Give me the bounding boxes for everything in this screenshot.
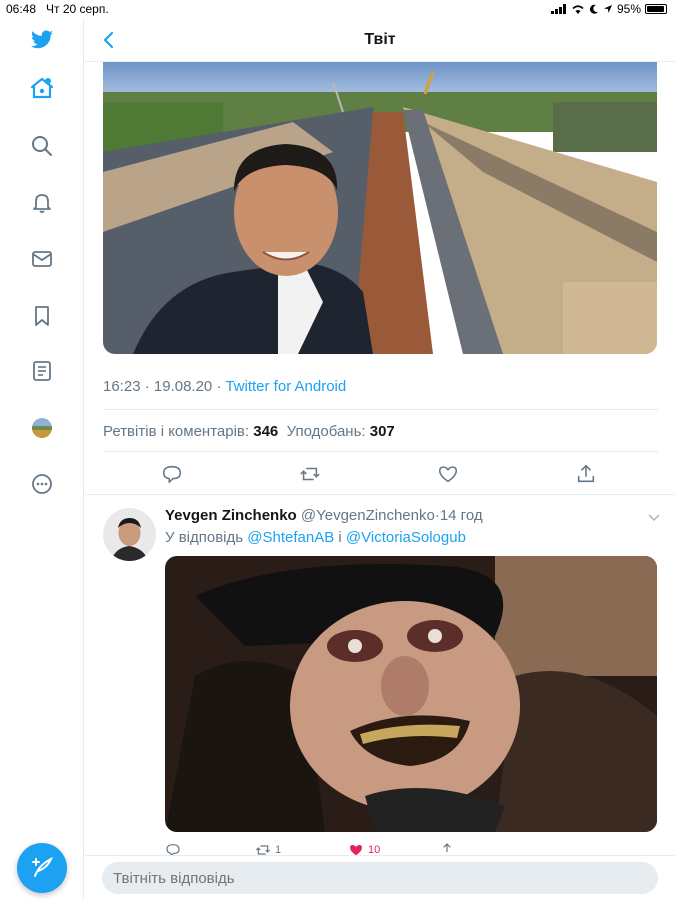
compose-tweet-button[interactable] <box>17 843 67 893</box>
share-icon <box>577 464 595 483</box>
sidebar <box>0 18 84 900</box>
retweets-label[interactable]: Ретвітів і коментарів: <box>103 423 249 440</box>
share-button[interactable] <box>575 463 597 485</box>
tweet-stats: Ретвітів і коментарів: 346 Уподобань: 30… <box>103 423 395 440</box>
tweet-photo[interactable] <box>103 62 657 354</box>
messages-envelope-icon[interactable] <box>30 247 54 271</box>
reply-author-avatar[interactable] <box>103 508 156 561</box>
replying-prefix: У відповідь <box>165 529 244 546</box>
heart-icon <box>438 466 458 483</box>
likes-label[interactable]: Уподобань: <box>287 423 366 440</box>
like-button[interactable] <box>437 463 459 485</box>
divider <box>103 451 658 452</box>
retweets-count[interactable]: 346 <box>253 423 278 440</box>
reply-menu-button[interactable] <box>647 510 661 524</box>
status-bar: 06:48 Чт 20 серп. 95% <box>0 0 675 18</box>
reply-actions: 1 10 <box>165 842 657 858</box>
twitter-logo-icon[interactable] <box>30 28 54 52</box>
lists-icon[interactable] <box>30 359 54 383</box>
mention-link[interactable]: @VictoriaSologub <box>346 529 466 546</box>
home-icon[interactable] <box>30 76 54 100</box>
reply-author-name[interactable]: Yevgen Zinchenko <box>165 507 297 524</box>
retweet-icon <box>300 467 320 481</box>
reply-button[interactable] <box>161 463 183 485</box>
page-title: Твіт <box>364 31 396 48</box>
search-icon[interactable] <box>30 134 54 158</box>
chevron-down-icon <box>648 514 660 522</box>
status-date: Чт 20 серп. <box>46 2 109 16</box>
feather-plus-icon <box>32 856 54 877</box>
reply-author-handle[interactable]: @YevgenZinchenko <box>301 507 435 524</box>
reply-input[interactable] <box>102 862 658 894</box>
reply-photo[interactable] <box>165 556 657 832</box>
moon-icon <box>589 4 598 14</box>
status-time: 06:48 <box>6 2 37 16</box>
top-header: Твіт <box>85 18 675 62</box>
replying-to-line: У відповідь @ShtefanAB і @VictoriaSologu… <box>165 529 466 546</box>
mention-link[interactable]: @ShtefanAB <box>247 529 334 546</box>
reply-composer-bar <box>85 855 675 900</box>
notifications-bell-icon[interactable] <box>30 190 54 214</box>
tweet-source-link[interactable]: Twitter for Android <box>225 378 346 395</box>
replying-conjunction: і <box>338 529 342 546</box>
bookmark-icon[interactable] <box>30 304 54 328</box>
more-options-icon[interactable] <box>30 472 54 496</box>
battery-icon <box>645 4 667 14</box>
status-indicators: 95% <box>550 2 667 16</box>
battery-percent: 95% <box>616 2 641 16</box>
likes-count[interactable]: 307 <box>370 423 395 440</box>
tweet-timestamp: 16:23 · 19.08.20 · Twitter for Android <box>103 378 347 395</box>
divider <box>85 494 675 495</box>
tweet-actions <box>103 463 658 487</box>
reply-time: 14 год <box>439 507 483 524</box>
signal-icon <box>550 4 566 14</box>
reply-icon <box>162 465 182 484</box>
tweet-time: 16:23 <box>103 378 141 395</box>
wifi-icon <box>572 5 584 14</box>
tweet-date: 19.08.20 <box>153 378 213 395</box>
divider <box>103 409 658 410</box>
location-icon <box>603 5 612 13</box>
reply-header: Yevgen Zinchenko @YevgenZinchenko·14 год <box>165 507 483 524</box>
profile-avatar-icon[interactable] <box>30 416 54 440</box>
retweet-button[interactable] <box>299 463 321 485</box>
